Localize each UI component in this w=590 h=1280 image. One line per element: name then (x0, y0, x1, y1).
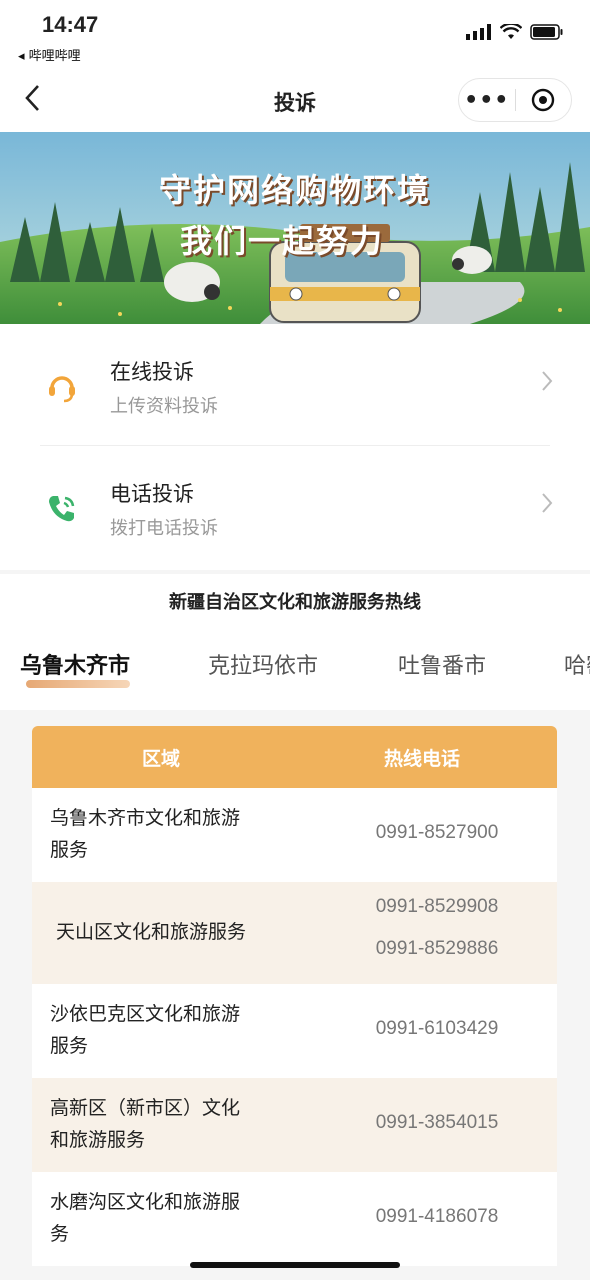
header-phone: 热线电话 (384, 748, 461, 770)
hotline-table: 区域 热线电话 乌鲁木齐市文化和旅游 服务 0991-8527900 天山区文化… (32, 726, 557, 1266)
menu-item-title: 在线投诉 (110, 360, 194, 384)
area-line: 沙依巴克区文化和旅游 (50, 1003, 241, 1025)
table-row: 天山区文化和旅游服务 0991-8529908 0991-8529886 (32, 882, 557, 984)
battery-icon (530, 24, 563, 40)
area-line: 水磨沟区文化和旅游服 (50, 1191, 241, 1213)
status-bar: 14:47 ◂ 哔哩哔哩 (0, 0, 590, 70)
phone-number[interactable]: 0991-4186078 (332, 1206, 542, 1228)
home-indicator[interactable] (190, 1262, 400, 1268)
area-line: 高新区（新市区）文化 (50, 1097, 241, 1119)
row-area: 天山区文化和旅游服务 (56, 916, 286, 948)
area-line: 和旅游服务 (50, 1129, 146, 1151)
area-line: 服务 (50, 1035, 89, 1057)
menu-item-subtitle: 上传资料投诉 (110, 396, 218, 417)
area-line: 服务 (50, 839, 89, 861)
signal-icon (466, 24, 491, 40)
target-close-icon (532, 88, 555, 112)
wifi-icon (500, 24, 522, 39)
complaint-menu: 在线投诉 上传资料投诉 电话投诉 拨打电话投诉 (0, 324, 590, 570)
tab-hami[interactable]: 哈密市 (564, 648, 590, 680)
chevron-right-icon (540, 490, 554, 523)
headset-icon (49, 376, 75, 403)
phone-icon (49, 496, 75, 522)
area-line: 务 (50, 1223, 70, 1245)
area-line: 乌鲁木齐市文化和旅游 (50, 807, 241, 829)
section-gap (0, 570, 590, 574)
table-row: 乌鲁木齐市文化和旅游 服务 0991-8527900 (32, 788, 557, 882)
row-area: 乌鲁木齐市文化和旅游 服务 (50, 802, 280, 866)
active-tab-indicator (26, 680, 130, 688)
tab-karamay[interactable]: 克拉玛依市 (208, 648, 318, 680)
hotline-section-title: 新疆自治区文化和旅游服务热线 (169, 592, 421, 613)
table-header: 区域 热线电话 (32, 726, 557, 788)
miniprogram-capsule: ••• (458, 78, 572, 122)
city-tabs: 乌鲁木齐市 克拉玛依市 吐鲁番市 哈密市 (0, 634, 590, 704)
banner-slogan-line2: 我们一起努力 (180, 222, 385, 260)
phone-number[interactable]: 0991-6103429 (332, 1018, 542, 1040)
back-to-app-link[interactable]: ◂ 哔哩哔哩 (18, 45, 81, 64)
menu-item-subtitle: 拨打电话投诉 (110, 518, 218, 539)
status-icons (466, 24, 564, 40)
tab-turpan[interactable]: 吐鲁番市 (398, 648, 486, 680)
phone-number[interactable]: 0991-8529886 (332, 938, 542, 960)
more-button[interactable]: ••• (459, 88, 515, 113)
online-complaint-item[interactable]: 在线投诉 上传资料投诉 (0, 324, 590, 446)
navigation-bar: 投诉 ••• (0, 70, 590, 132)
banner-illustration: 守护网络购物环境 我们一起努力 (0, 132, 590, 324)
table-row: 沙依巴克区文化和旅游 服务 0991-6103429 (32, 984, 557, 1078)
status-time: 14:47 (42, 12, 99, 37)
banner-slogan-line1: 守护网络购物环境 (158, 171, 431, 209)
phone-number[interactable]: 0991-8529908 (332, 896, 542, 918)
tab-urumqi[interactable]: 乌鲁木齐市 (20, 648, 130, 680)
phone-complaint-item[interactable]: 电话投诉 拨打电话投诉 (0, 446, 590, 568)
table-row: 水磨沟区文化和旅游服 务 0991-4186078 (32, 1172, 557, 1266)
chevron-right-icon (540, 368, 554, 401)
row-area: 高新区（新市区）文化 和旅游服务 (50, 1092, 280, 1156)
row-area: 水磨沟区文化和旅游服 务 (50, 1186, 280, 1250)
menu-item-title: 电话投诉 (110, 482, 194, 506)
header-area: 区域 (142, 748, 181, 770)
phone-number[interactable]: 0991-3854015 (332, 1112, 542, 1134)
row-area: 沙依巴克区文化和旅游 服务 (50, 998, 280, 1062)
close-target-button[interactable] (516, 87, 572, 113)
table-row: 高新区（新市区）文化 和旅游服务 0991-3854015 (32, 1078, 557, 1172)
area-line: 天山区文化和旅游服务 (56, 921, 247, 943)
phone-number[interactable]: 0991-8527900 (332, 822, 542, 844)
